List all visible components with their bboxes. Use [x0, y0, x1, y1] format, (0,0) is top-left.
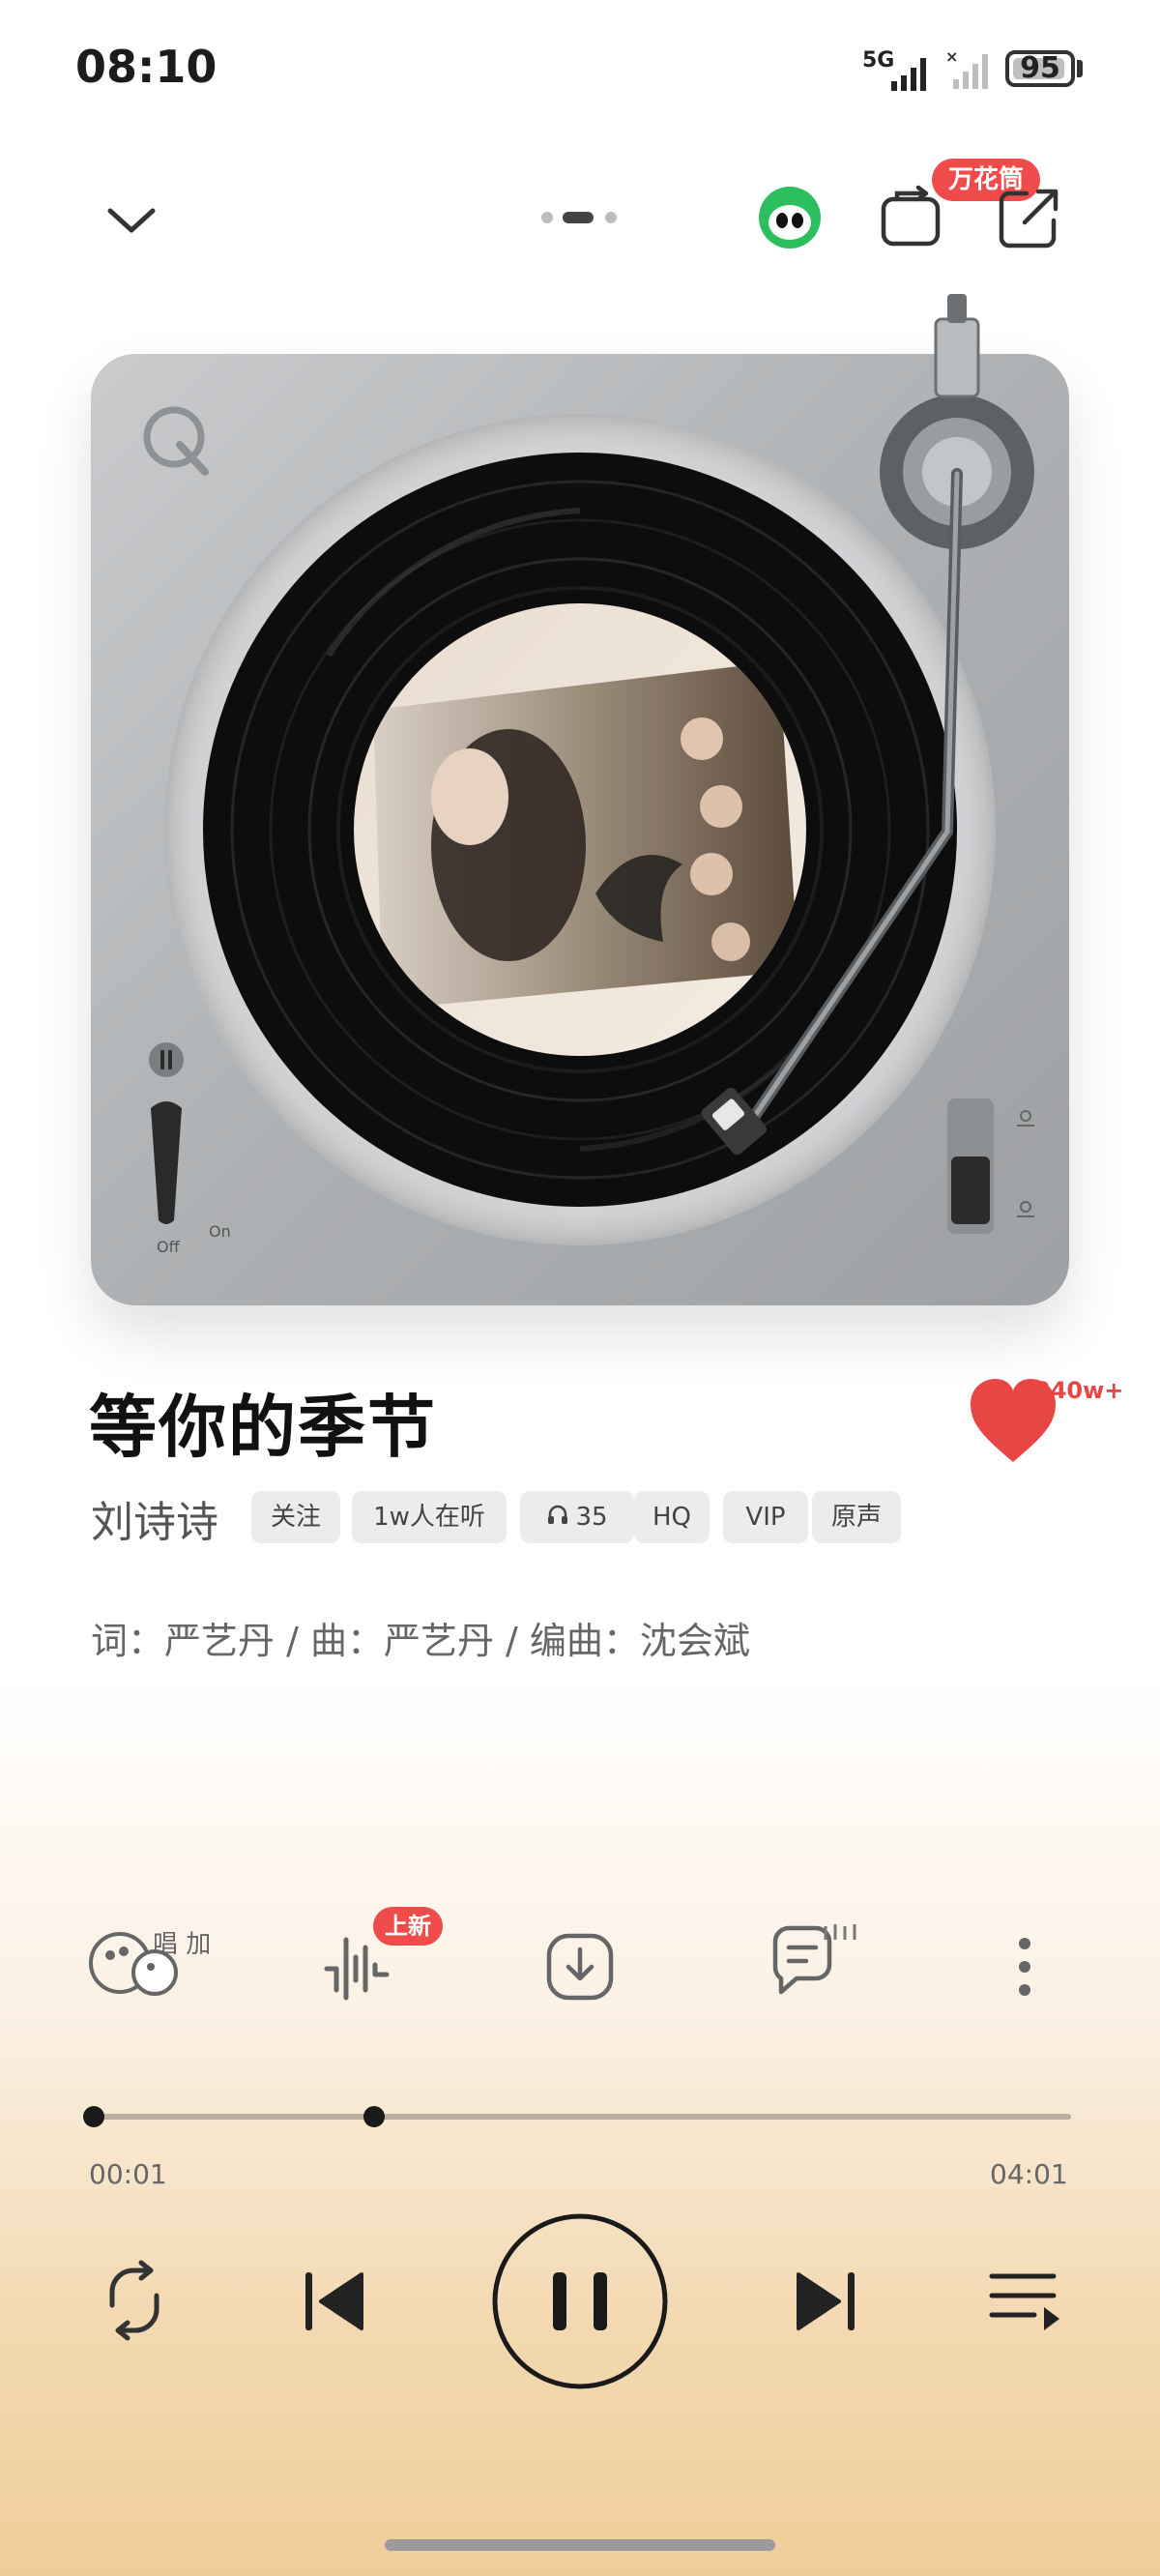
- sing-label: 唱 加: [153, 1930, 212, 1959]
- original-tag[interactable]: 原声: [812, 1491, 901, 1543]
- skip-next-icon: [797, 2272, 855, 2330]
- collapse-button[interactable]: [101, 190, 162, 251]
- chevron-down-icon: [107, 208, 156, 233]
- mascot-icon: [759, 187, 821, 249]
- battery-icon: 95: [1005, 50, 1075, 87]
- share-button[interactable]: [996, 184, 1063, 251]
- signal-no-service-icon: ×: [945, 47, 992, 91]
- like-count: 240w+: [1034, 1377, 1124, 1404]
- signal-5g-icon: 5G: [862, 46, 932, 91]
- progress-track[interactable]: [93, 2114, 1071, 2120]
- mascot-button[interactable]: [758, 186, 822, 249]
- playlist-icon: [989, 2273, 1059, 2330]
- headphones-icon: [546, 1492, 569, 1544]
- qq-music-logo: [141, 404, 213, 478]
- home-indicator[interactable]: [385, 2539, 775, 2551]
- share-icon: [999, 189, 1058, 249]
- playlist-button[interactable]: [986, 2267, 1063, 2336]
- svg-text:×: ×: [945, 48, 958, 66]
- page-indicator-dot: [541, 212, 553, 223]
- page-indicator-dot-active: [563, 212, 594, 223]
- listen-count-tag[interactable]: 35: [520, 1491, 634, 1543]
- song-title: 等你的季节: [89, 1388, 437, 1467]
- current-time: 00:01: [89, 2158, 167, 2190]
- download-button[interactable]: [545, 1932, 615, 2002]
- battery-tip: [1077, 60, 1083, 77]
- next-button[interactable]: [787, 2265, 860, 2338]
- switch-on-label: On: [209, 1222, 231, 1241]
- more-vertical-icon: [1019, 1938, 1030, 1996]
- comment-icon: [772, 1924, 856, 1995]
- battery-level: 95: [1020, 51, 1060, 85]
- total-time: 04:01: [990, 2158, 1068, 2190]
- vip-tag[interactable]: VIP: [723, 1491, 808, 1543]
- previous-button[interactable]: [300, 2265, 373, 2338]
- tonearm[interactable]: [677, 290, 1063, 1199]
- song-credits: 词：严艺丹 / 曲：严艺丹 / 编曲：沈会斌: [91, 1620, 750, 1662]
- quality-tag[interactable]: HQ: [634, 1491, 710, 1543]
- skip-previous-icon: [305, 2272, 363, 2330]
- progress-knob[interactable]: [83, 2106, 104, 2127]
- listeners-tag[interactable]: 1w人在听: [352, 1491, 507, 1543]
- comments-button[interactable]: [768, 1922, 864, 2004]
- page-indicator-dot: [605, 212, 617, 223]
- swap-frame-icon: [881, 185, 941, 247]
- repeat-mode-button[interactable]: [93, 2259, 176, 2342]
- artist-name[interactable]: 刘诗诗: [91, 1487, 218, 1549]
- more-button[interactable]: [1005, 1934, 1044, 2000]
- repeat-icon: [109, 2260, 160, 2341]
- status-time: 08:10: [75, 41, 218, 93]
- listen-count-value: 35: [575, 1503, 608, 1532]
- power-switch[interactable]: [145, 1098, 188, 1228]
- power-indicator: [147, 1040, 186, 1079]
- download-icon: [546, 1933, 614, 2001]
- speed-mark-icon: [1015, 1108, 1036, 1129]
- pause-icon: [492, 2213, 668, 2389]
- follow-tag[interactable]: 关注: [251, 1491, 340, 1543]
- switch-off-label: Off: [157, 1238, 180, 1256]
- sing-button[interactable]: 唱 加: [85, 1924, 240, 2002]
- switch-player-style-button[interactable]: [878, 184, 943, 249]
- buffer-marker: [363, 2106, 385, 2127]
- play-pause-button[interactable]: [491, 2212, 669, 2390]
- speed-slider[interactable]: [943, 1098, 998, 1234]
- new-badge: 上新: [373, 1907, 443, 1946]
- speed-mark-icon: [1015, 1199, 1036, 1220]
